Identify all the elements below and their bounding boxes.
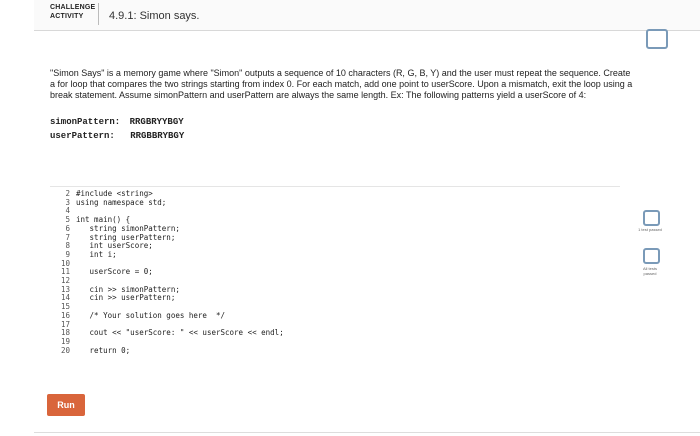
user-pattern-label: userPattern: [50,131,115,141]
header-divider [98,3,99,25]
simon-pattern-label: simonPattern: [50,117,121,127]
code-line[interactable]: cin >> userPattern; [76,294,284,303]
code-line[interactable]: /* Your solution goes here */ [76,311,284,321]
completion-status-icon [646,29,668,49]
bottom-divider [34,432,700,433]
test-status-label-2: All tests passed [642,266,657,276]
badge-line2: ACTIVITY [50,13,84,20]
code-line[interactable]: using namespace std; [76,198,284,208]
test-status-label-1: 1 test passed [638,227,662,232]
challenge-activity-badge: CHALLENGE ACTIVITY [50,3,95,21]
code-line[interactable]: userScore = 0; [76,268,284,277]
code-text[interactable]: #include <string> using namespace std; in… [76,189,284,356]
code-line[interactable]: cout << "userScore: " << userScore << en… [76,329,284,338]
test-status-icon-2 [643,248,660,264]
line-number: 20 [60,345,70,355]
simon-pattern-value: RRGBRYYBGY [129,117,184,127]
test-status-icon-1 [643,210,660,226]
code-line[interactable]: return 0; [76,346,284,356]
badge-line1: CHALLENGE [50,4,96,11]
example-user-row: userPattern: RRGBBRYBGY [50,131,184,141]
activity-title: 4.9.1: Simon says. [109,10,200,22]
user-pattern-value: RRGBBRYBGY [130,131,185,141]
line-number-gutter: 2 3 4 5 6 7 8 9 10 11 12 13 14 15 16 17 18 19 20 [58,189,70,355]
example-simon-row: simonPattern: RRGBRYYBGY [50,117,184,127]
run-button[interactable]: Run [47,394,85,416]
activity-description: "Simon Says" is a memory game where "Sim… [50,68,633,100]
code-line[interactable]: int i; [76,250,284,260]
